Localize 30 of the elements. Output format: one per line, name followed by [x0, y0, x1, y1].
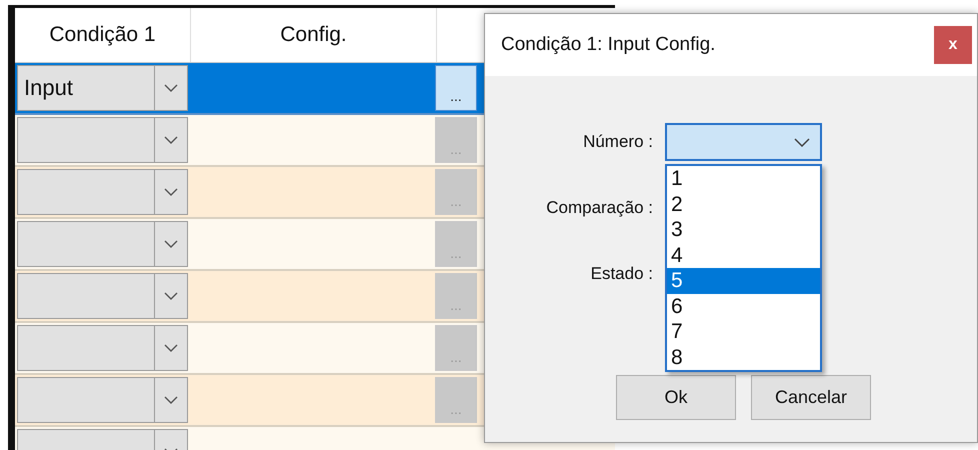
chevron-down-icon: [164, 136, 178, 144]
dialog-title: Condição 1: Input Config.: [501, 34, 716, 56]
type-combo[interactable]: [17, 169, 188, 215]
chevron-down-icon: [164, 188, 178, 196]
column-header[interactable]: Config.: [191, 8, 437, 62]
dropdown-option[interactable]: 4: [667, 242, 820, 268]
dropdown-option[interactable]: 5: [667, 268, 820, 294]
dialog-button[interactable]: Ok: [616, 375, 736, 420]
type-combo[interactable]: Input: [17, 65, 188, 111]
type-combo[interactable]: [17, 221, 188, 267]
close-button[interactable]: x: [934, 26, 972, 64]
type-combo[interactable]: [17, 117, 188, 163]
dropdown-option[interactable]: 3: [667, 217, 820, 242]
type-combo[interactable]: [17, 325, 188, 371]
chevron-down-icon: [164, 240, 178, 248]
dropdown-option[interactable]: 8: [667, 344, 820, 370]
ellipsis-button[interactable]: ...: [435, 65, 477, 111]
dropdown-option[interactable]: 1: [667, 166, 820, 192]
chevron-down-icon: [164, 344, 178, 352]
chevron-down-icon: [164, 292, 178, 300]
chevron-down-icon: [794, 138, 810, 146]
chevron-down-icon: [164, 396, 178, 404]
chevron-down-icon: [164, 84, 178, 92]
type-combo[interactable]: [17, 273, 188, 319]
dialog-button[interactable]: Cancelar: [751, 375, 871, 420]
type-combo[interactable]: [17, 377, 188, 423]
column-header[interactable]: Condição 1: [15, 8, 191, 62]
dropdown-option[interactable]: 2: [667, 192, 820, 217]
dropdown-option[interactable]: 6: [667, 294, 820, 319]
dropdown-option[interactable]: 7: [667, 319, 820, 344]
